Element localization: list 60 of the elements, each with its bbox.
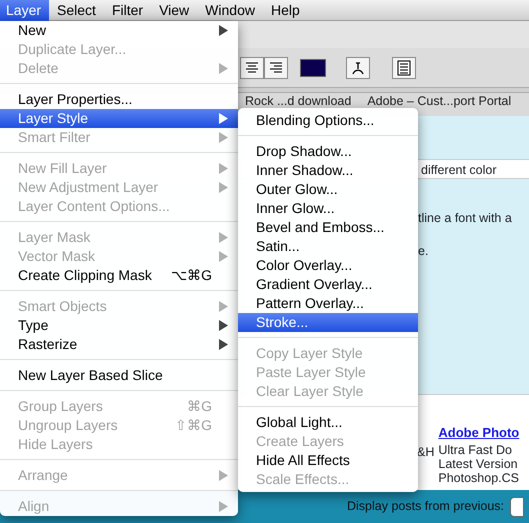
- submenu-arrow-icon: [219, 163, 228, 174]
- submenu-arrow-icon: [219, 251, 228, 262]
- body-text: e.: [418, 244, 428, 258]
- menu-item[interactable]: New: [0, 21, 238, 40]
- bookmark-link[interactable]: Adobe – Cust...port Portal: [367, 94, 512, 108]
- ad-text: Photoshop.CS: [438, 470, 520, 484]
- submenu-arrow-icon: [219, 113, 228, 124]
- submenu-arrow-icon: [219, 232, 228, 243]
- filter-label: Display posts from previous:: [347, 498, 504, 516]
- ad-text: Ultra Fast Do: [438, 442, 514, 456]
- body-text: tline a font with a: [418, 211, 512, 225]
- menu-item[interactable]: Bevel and Emboss...: [238, 218, 418, 237]
- align-center-icon: [244, 62, 260, 74]
- bookmark-link[interactable]: Rock ...d download: [245, 94, 352, 108]
- menu-item[interactable]: Create Clipping Mask ⌥⌘G: [0, 266, 238, 285]
- menu-bar-item[interactable]: Filter: [104, 0, 152, 21]
- menu-item[interactable]: Satin...: [238, 237, 418, 256]
- menu-bar-item[interactable]: Layer: [0, 0, 50, 21]
- body-text: different color: [421, 163, 497, 177]
- menu-item[interactable]: Inner Shadow...: [238, 161, 418, 180]
- menu-item[interactable]: Blending Options...: [238, 111, 418, 130]
- submenu-arrow-icon: [219, 339, 228, 350]
- menu-item[interactable]: Drop Shadow...: [238, 142, 418, 161]
- ad-text: Latest Version: [438, 456, 519, 470]
- menu-item[interactable]: New Layer Based Slice: [0, 366, 238, 385]
- menu-item[interactable]: Outer Glow...: [238, 180, 418, 199]
- menu-item[interactable]: Hide All Effects: [238, 451, 418, 470]
- menu-item[interactable]: Rasterize: [0, 335, 238, 354]
- submenu-arrow-icon: [219, 25, 228, 36]
- body-text: &H: [417, 445, 434, 459]
- menu-bar-item[interactable]: View: [151, 0, 198, 21]
- align-right-icon: [268, 62, 284, 74]
- menu-item[interactable]: Stroke...: [238, 313, 418, 332]
- menu-item[interactable]: Global Light...: [238, 413, 418, 432]
- ad-title-link[interactable]: Adobe Photo: [438, 423, 520, 442]
- menu-item[interactable]: Gradient Overlay...: [238, 275, 418, 294]
- menu-item[interactable]: Pattern Overlay...: [238, 294, 418, 313]
- menu-item[interactable]: Layer Style: [0, 109, 238, 128]
- menu-bar-item[interactable]: Help: [262, 0, 308, 21]
- menu-item[interactable]: Color Overlay...: [238, 256, 418, 275]
- menu-bar-item[interactable]: Select: [49, 0, 104, 21]
- warp-text-icon: [350, 60, 366, 76]
- submenu-arrow-icon: [219, 320, 228, 331]
- submenu-arrow-icon: [219, 132, 228, 143]
- align-center-button[interactable]: [240, 56, 264, 78]
- warp-text-button[interactable]: [346, 56, 370, 78]
- align-right-button[interactable]: [264, 56, 288, 78]
- panel-button[interactable]: [392, 56, 416, 78]
- submenu-arrow-icon: [219, 501, 228, 512]
- submenu-arrow-icon: [219, 301, 228, 312]
- menu-item[interactable]: Type: [0, 316, 238, 335]
- submenu-arrow-icon: [219, 182, 228, 193]
- menu-bar-item[interactable]: Window: [197, 0, 263, 21]
- menu-item[interactable]: Layer Properties...: [0, 90, 238, 109]
- menu-item[interactable]: Inner Glow...: [238, 199, 418, 218]
- color-swatch[interactable]: [300, 58, 326, 76]
- list-icon: [397, 60, 411, 76]
- submenu-arrow-icon: [219, 470, 228, 481]
- submenu-arrow-icon: [219, 63, 228, 74]
- select-field[interactable]: [510, 496, 524, 516]
